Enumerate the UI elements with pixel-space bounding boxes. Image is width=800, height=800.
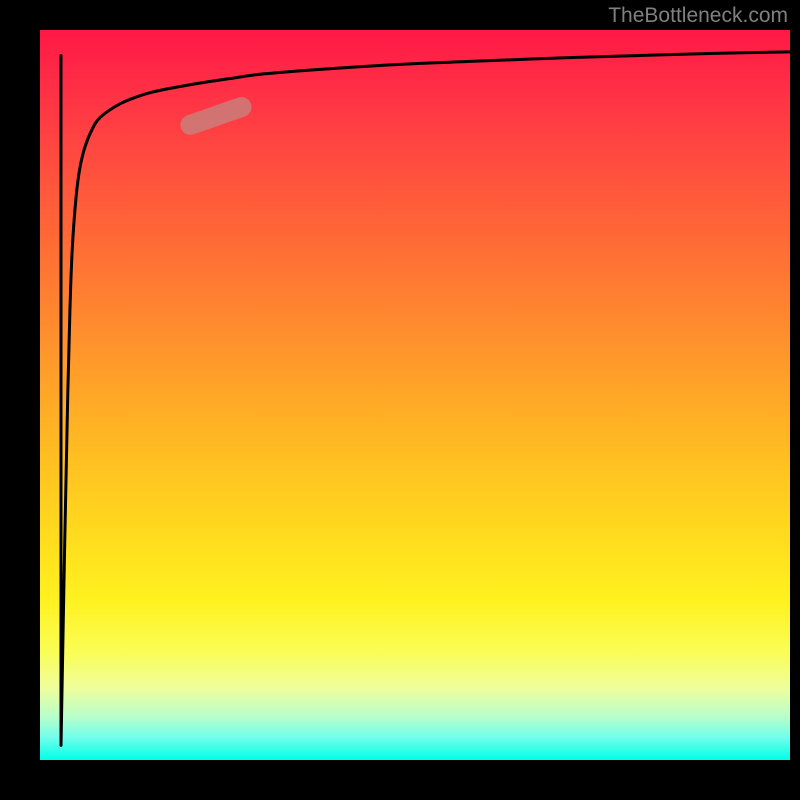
bottleneck-curve: [61, 52, 790, 746]
watermark-text: TheBottleneck.com: [608, 4, 788, 28]
chart-plot-area: [40, 30, 790, 760]
chart-svg: [40, 30, 790, 760]
